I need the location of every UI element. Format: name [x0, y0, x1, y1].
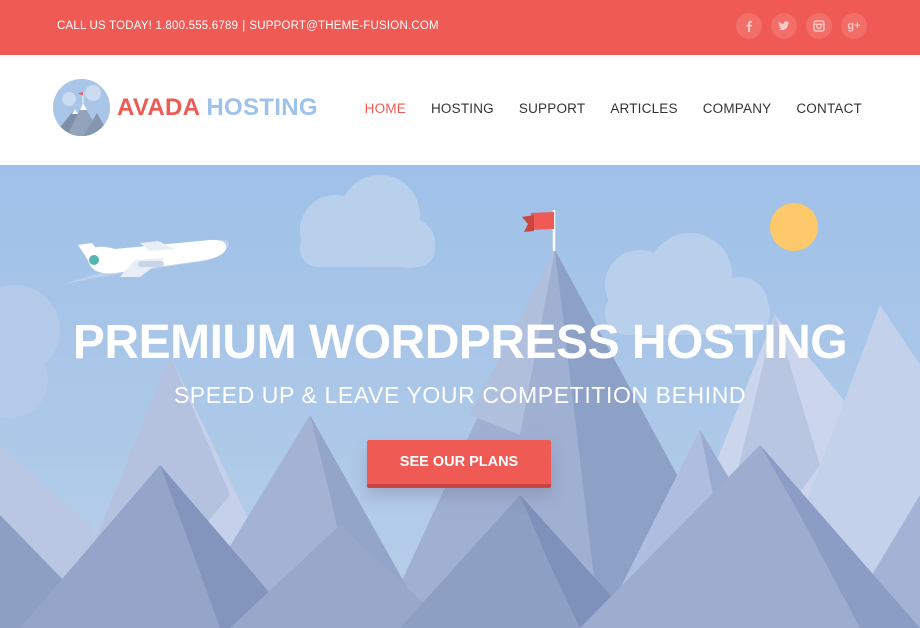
see-our-plans-button[interactable]: SEE OUR PLANS [367, 440, 551, 488]
contact-separator: | [242, 20, 246, 32]
sun-icon [770, 203, 818, 251]
nav-item-support[interactable]: SUPPORT [519, 101, 585, 116]
contact-info: CALL US TODAY! 1.800.555.6789 | SUPPORT@TH… [57, 20, 439, 32]
google-plus-icon[interactable]: g+ [841, 13, 867, 39]
site-header: AVADA HOSTING HOME HOSTING SUPPORT ARTIC… [0, 55, 920, 165]
nav-item-company[interactable]: COMPANY [703, 101, 772, 116]
hero-title: PREMIUM WORDPRESS HOSTING [72, 316, 848, 369]
hero-section: PREMIUM WORDPRESS HOSTING SPEED UP & LEA… [0, 165, 920, 628]
twitter-icon[interactable] [771, 13, 797, 39]
flag-icon [531, 212, 554, 230]
phone-text: CALL US TODAY! 1.800.555.6789 [57, 20, 239, 32]
hero-subtitle: SPEED UP & LEAVE YOUR COMPETITION BEHIND [173, 382, 747, 408]
logo-mountain-icon [53, 79, 110, 136]
facebook-icon[interactable] [736, 13, 762, 39]
logo-word-avada: AVADA [117, 93, 200, 121]
main-nav: HOME HOSTING SUPPORT ARTICLES COMPANY CO… [365, 101, 862, 116]
google-plus-glyph: g+ [847, 20, 861, 32]
nav-item-home[interactable]: HOME [365, 101, 406, 116]
social-links: g+ [736, 13, 867, 39]
nav-item-hosting[interactable]: HOSTING [431, 101, 494, 116]
instagram-icon[interactable] [806, 13, 832, 39]
logo-text: AVADA HOSTING [117, 94, 318, 122]
logo-word-hosting: HOSTING [206, 93, 318, 121]
nav-item-articles[interactable]: ARTICLES [610, 101, 677, 116]
top-bar: CALL US TODAY! 1.800.555.6789 | SUPPORT@TH… [0, 0, 920, 55]
site-logo[interactable]: AVADA HOSTING [53, 79, 318, 136]
email-link[interactable]: SUPPORT@THEME-FUSION.COM [249, 20, 438, 32]
nav-item-contact[interactable]: CONTACT [796, 101, 862, 116]
